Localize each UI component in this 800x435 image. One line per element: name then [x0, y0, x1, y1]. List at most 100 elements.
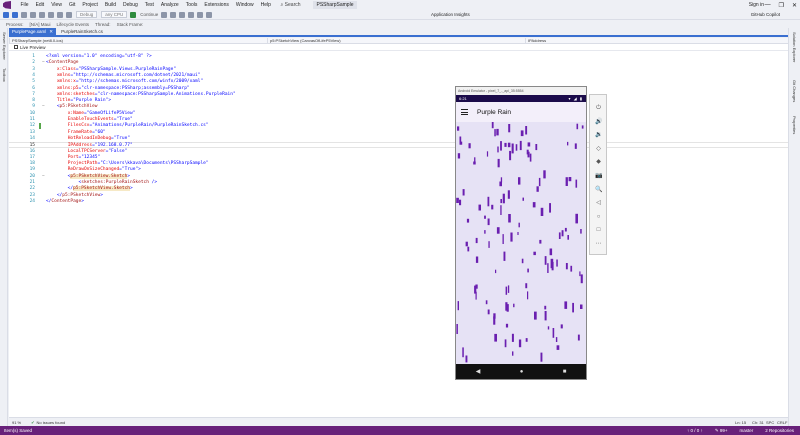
code-line[interactable]: 19 ReDrawOnSizeChanged="True">	[9, 167, 788, 173]
zoom-level[interactable]: 91 %	[12, 420, 21, 425]
code-line[interactable]: 17 Port="12345"	[9, 155, 788, 161]
hot-reload-icon[interactable]	[188, 11, 195, 18]
sign-in-link[interactable]: Sign in	[749, 2, 764, 8]
menu-item-git[interactable]: Git	[65, 2, 78, 8]
tab-purple-rain-sketch-cs[interactable]: PurpleRainSketch.cs	[58, 28, 106, 35]
code-line[interactable]: 20 − <p5:PSketchView.Sketch>	[9, 173, 788, 180]
code-line[interactable]: 7 xmlns:sketches="clr-namespace:PSSharpS…	[9, 92, 788, 98]
menu-item-debug[interactable]: Debug	[120, 2, 142, 8]
zoom-icon[interactable]: 🔍	[595, 187, 602, 194]
camera-icon[interactable]: 📷	[595, 173, 602, 180]
menu-item-help[interactable]: Help	[257, 2, 274, 8]
code-line[interactable]: 16 LocalTPCServer="False"	[9, 149, 788, 155]
menu-item-build[interactable]: Build	[101, 2, 119, 8]
new-item-icon[interactable]	[21, 11, 27, 18]
rotate-right-icon[interactable]: ◆	[595, 159, 602, 166]
fold-toggle-icon[interactable]: −	[42, 60, 45, 66]
process-dropdown[interactable]: [N/A] Maui	[30, 22, 51, 27]
rotate-left-icon[interactable]: ◇	[595, 146, 602, 153]
overview-icon[interactable]: □	[595, 227, 602, 234]
code-line[interactable]: 1 <?xml version="1.0" encoding="utf-8" ?>	[9, 54, 788, 60]
step-into-icon[interactable]	[206, 11, 213, 18]
code-line[interactable]: 3 x:Class="PSSharpSample.Views.PurpleRai…	[9, 67, 788, 73]
properties-tab[interactable]: Properties	[792, 116, 797, 134]
menu-item-analyze[interactable]: Analyze	[157, 2, 182, 8]
back-nav-icon[interactable]: ◀	[476, 368, 481, 375]
purple-rain-canvas[interactable]	[456, 122, 586, 365]
code-line[interactable]: 12 FilesCsv="Animations/PurpleRain/Purpl…	[9, 123, 788, 130]
code-line[interactable]: 4 xmlns="http://schemas.microsoft.com/do…	[9, 73, 788, 79]
menu-item-tools[interactable]: Tools	[182, 2, 201, 8]
whitespace-mode[interactable]: SPC	[766, 420, 774, 425]
github-copilot-button[interactable]: GitHub Copilot	[751, 12, 780, 17]
search-box[interactable]: ⌕ Search	[280, 2, 300, 8]
code-line[interactable]: 10 x:Name="GameOfLifeP5View"	[9, 111, 788, 117]
close-icon[interactable]: ✕	[49, 29, 53, 34]
menu-item-test[interactable]: Test	[141, 2, 157, 8]
server-explorer-tab[interactable]: Server Explorer	[2, 32, 7, 60]
sync-status[interactable]: ↑ 0 / 0 ↑	[687, 428, 703, 434]
redo-icon[interactable]	[66, 11, 72, 18]
code-line[interactable]: 23 </p5:PSketchView>	[9, 193, 788, 199]
toolbox-tab[interactable]: Toolbox	[2, 68, 7, 82]
home-icon[interactable]: ○	[595, 214, 602, 221]
application-insights-button[interactable]: Application Insights	[431, 12, 470, 17]
stop-icon[interactable]	[170, 11, 177, 18]
volume-down-icon[interactable]: 🔉	[595, 132, 602, 139]
solution-explorer-tab[interactable]: Solution Explorer	[792, 32, 797, 62]
menu-item-file[interactable]: File	[17, 2, 32, 8]
fold-toggle-icon[interactable]: −	[42, 104, 45, 110]
menu-item-view[interactable]: View	[48, 2, 66, 8]
platform-dropdown[interactable]: any CPU	[101, 11, 128, 18]
pause-icon[interactable]	[161, 11, 168, 18]
code-line[interactable]: 5 xmlns:x="http://schemas.microsoft.com/…	[9, 79, 788, 85]
save-icon[interactable]	[39, 11, 45, 18]
lifecycle-events-dropdown[interactable]: Lifecycle Events	[57, 22, 90, 27]
git-changes-tab[interactable]: Git Changes	[792, 80, 797, 102]
code-line[interactable]: 22 </p5:PSketchView.Sketch>	[9, 186, 788, 192]
code-line[interactable]: 14 HotReloadInDebug="True"	[9, 136, 788, 142]
branch-name[interactable]: master	[739, 428, 753, 434]
repositories[interactable]: 2 Repositories	[765, 428, 794, 434]
home-nav-icon[interactable]: ●	[520, 369, 524, 375]
menu-item-project[interactable]: Project	[79, 2, 102, 8]
menu-item-extensions[interactable]: Extensions	[201, 2, 232, 8]
tab-purple-page-xaml[interactable]: PurplePage.xaml ✕	[9, 28, 57, 35]
code-line[interactable]: 2 − <ContentPage	[9, 60, 788, 66]
menu-item-window[interactable]: Window	[232, 2, 257, 8]
hamburger-menu-icon[interactable]	[461, 109, 468, 115]
close-icon[interactable]: ✕	[792, 2, 797, 9]
code-editor[interactable]: 1 <?xml version="1.0" encoding="utf-8" ?>…	[9, 51, 788, 417]
code-line[interactable]: 9 − <p5:PSketchView	[9, 104, 788, 110]
menu-item-edit[interactable]: Edit	[32, 2, 48, 8]
undo-icon[interactable]	[57, 11, 63, 18]
more-icon[interactable]: ⋯	[595, 241, 602, 248]
code-line[interactable]: 8 Title="Purple Rain">	[9, 98, 788, 104]
maximize-icon[interactable]: ❐	[779, 2, 784, 9]
open-icon[interactable]	[30, 11, 36, 18]
volume-up-icon[interactable]: 🔊	[595, 119, 602, 126]
power-icon[interactable]: ⏻	[595, 105, 602, 112]
save-all-icon[interactable]	[48, 11, 54, 18]
forward-icon[interactable]	[12, 11, 18, 18]
line-ending[interactable]: CRLF	[777, 420, 787, 425]
fold-toggle-icon[interactable]: −	[42, 174, 45, 180]
issues-status[interactable]: No issues found	[36, 420, 65, 425]
continue-icon[interactable]	[130, 11, 137, 18]
pending-changes[interactable]: ✎ 99+	[715, 428, 728, 434]
code-line[interactable]: 6 xmlns:p5="clr-namespace:PSSharp;assemb…	[9, 86, 788, 92]
continue-button[interactable]: Continue	[140, 12, 158, 17]
live-preview-button[interactable]: Live Preview	[20, 45, 46, 50]
configuration-dropdown[interactable]: Debug	[76, 11, 98, 18]
step-over-icon[interactable]	[197, 11, 204, 18]
code-line[interactable]: 24 </ContentPage>	[9, 199, 788, 205]
overview-nav-icon[interactable]: ■	[563, 369, 567, 375]
back-icon[interactable]: ◁	[595, 200, 602, 207]
code-line[interactable]: 13 FrameRate="60"	[9, 130, 788, 136]
restart-icon[interactable]	[179, 11, 186, 18]
code-line[interactable]: 15 IPAddress="192.168.0.77"	[9, 142, 788, 149]
rain-drop	[496, 227, 500, 234]
back-icon[interactable]	[3, 11, 9, 18]
minimize-icon[interactable]: —	[765, 2, 771, 9]
